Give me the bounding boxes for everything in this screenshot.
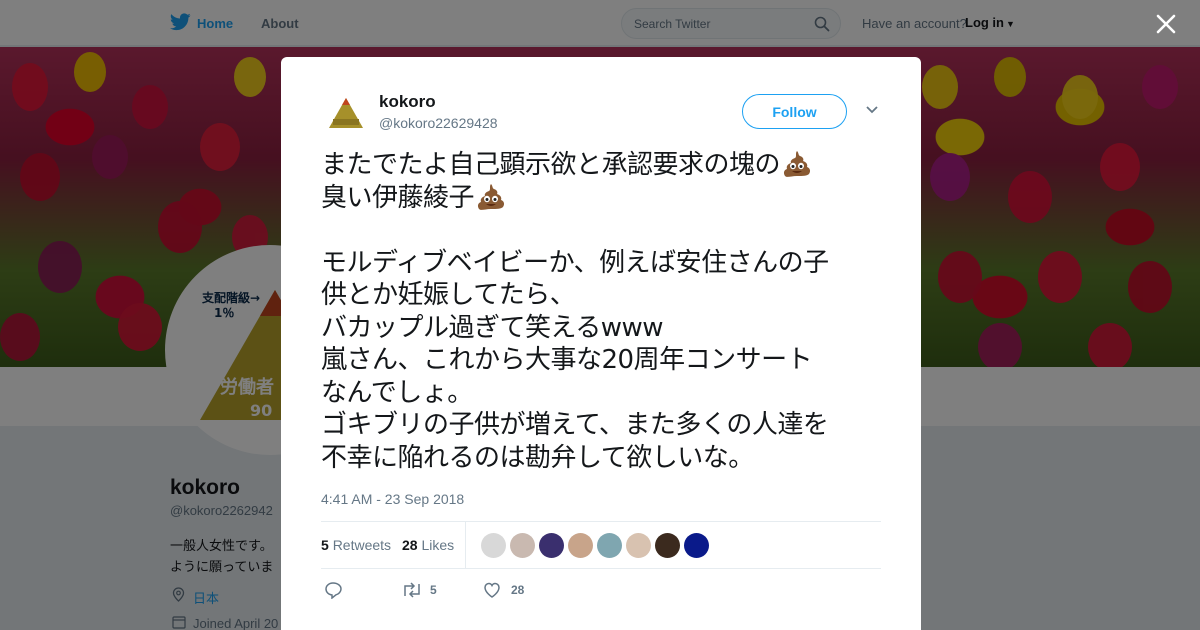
tweet-text-line: なんでしょ。 <box>321 377 473 408</box>
liker-avatar[interactable] <box>597 533 622 558</box>
likes-stat[interactable]: 28 Likes <box>402 537 454 553</box>
tweet-text-line <box>321 214 891 247</box>
tweet-text-line: 臭い伊藤綾子 <box>321 182 891 215</box>
tweet-author-handle[interactable]: @kokoro22629428 <box>379 115 498 131</box>
retweets-label[interactable]: Retweets <box>333 537 391 553</box>
liker-avatar[interactable] <box>568 533 593 558</box>
tweet-actions: 5 28 <box>321 579 881 603</box>
liker-avatar[interactable] <box>655 533 680 558</box>
liker-avatars <box>481 533 713 559</box>
tweet-author-name[interactable]: kokoro <box>379 92 436 112</box>
liker-avatar[interactable] <box>539 533 564 558</box>
close-icon[interactable] <box>1155 13 1177 35</box>
retweet-icon[interactable] <box>401 581 423 599</box>
liker-avatar[interactable] <box>684 533 709 558</box>
tweet-text-line: バカップル過ぎて笑えるwww <box>321 312 664 343</box>
follow-button[interactable]: Follow <box>742 94 847 129</box>
tweet-text-line: 不幸に陥れるのは勘弁して欲しいな。 <box>321 442 754 473</box>
likes-count[interactable]: 28 <box>402 537 418 553</box>
pile-of-poo-icon <box>477 183 505 210</box>
tweet-text-line: 供とか妊娠してたら、 <box>321 280 576 310</box>
chevron-down-icon[interactable] <box>865 105 879 115</box>
tweet-timestamp[interactable]: 4:41 AM - 23 Sep 2018 <box>321 491 464 507</box>
retweets-stat[interactable]: 5 Retweets <box>321 537 391 553</box>
retweet-action-count[interactable]: 5 <box>430 583 437 597</box>
liker-avatar[interactable] <box>626 533 651 558</box>
pyramid-logo-image <box>325 92 367 134</box>
like-action-count[interactable]: 28 <box>511 583 524 597</box>
tweet-text-segment: 臭い伊藤綾子 <box>321 182 475 213</box>
tweet-text: またでたよ自己顕示欲と承認要求の塊の 臭い伊藤綾子 モルディブベイビーか、例えば… <box>321 149 891 474</box>
tweet-text-line: ゴキブリの子供が増えて、また多くの人達を <box>321 410 829 440</box>
tweet-modal: kokoro @kokoro22629428 Follow またでたよ自己顕示欲… <box>281 57 921 630</box>
reply-icon[interactable] <box>324 581 342 599</box>
tweet-text-line: またでたよ自己顕示欲と承認要求の塊の <box>321 149 891 182</box>
liker-avatar[interactable] <box>481 533 506 558</box>
liker-avatar[interactable] <box>510 533 535 558</box>
likes-label[interactable]: Likes <box>421 537 454 553</box>
tweet-text-line: 嵐さん、これから大事な20周年コンサート <box>321 345 813 375</box>
tweet-stats: 5 Retweets 28 Likes <box>321 521 881 569</box>
stats-divider <box>465 522 466 569</box>
pile-of-poo-icon <box>783 151 811 177</box>
heart-icon[interactable] <box>483 581 501 599</box>
tweet-author-avatar[interactable] <box>325 92 367 134</box>
retweets-count[interactable]: 5 <box>321 537 329 553</box>
tweet-text-line: モルディブベイビーか、例えば安住さんの子 <box>321 247 829 278</box>
tweet-text-segment: またでたよ自己顕示欲と承認要求の塊の <box>321 150 781 180</box>
